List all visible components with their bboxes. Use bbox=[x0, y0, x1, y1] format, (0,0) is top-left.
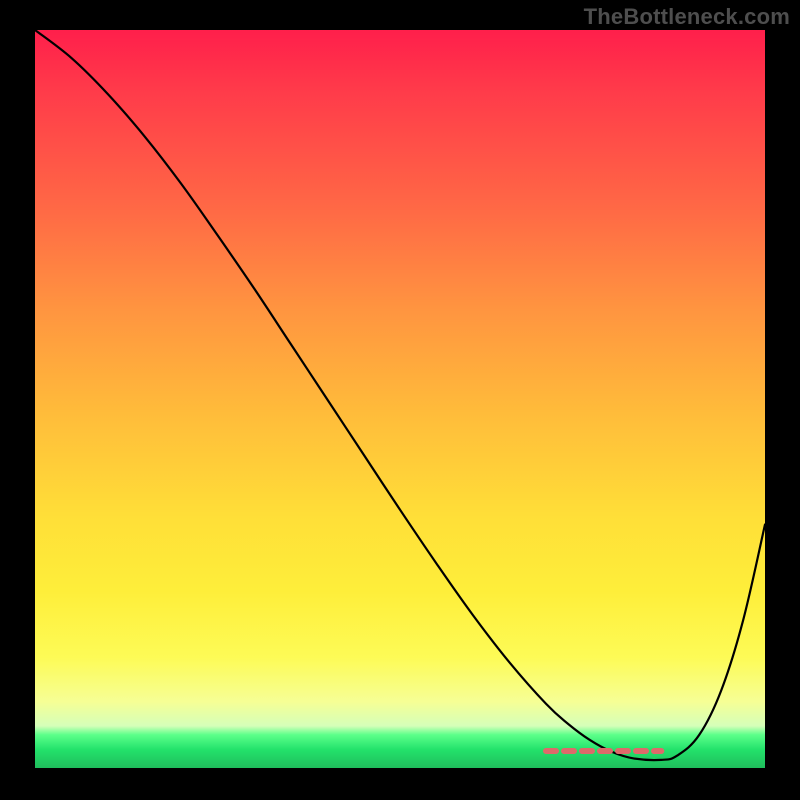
watermark-text: TheBottleneck.com bbox=[584, 4, 790, 30]
chart-frame: TheBottleneck.com bbox=[0, 0, 800, 800]
plot-area bbox=[35, 30, 765, 768]
main-curve bbox=[35, 30, 765, 760]
chart-svg bbox=[35, 30, 765, 768]
